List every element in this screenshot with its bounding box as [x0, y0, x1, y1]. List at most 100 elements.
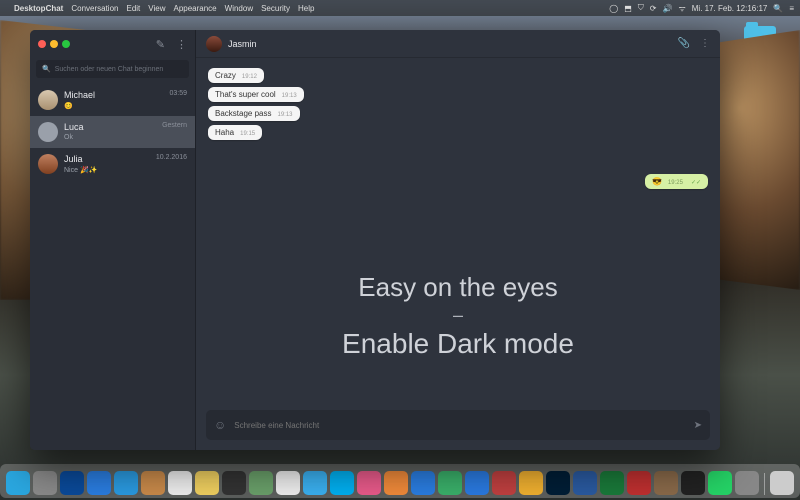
- desktop-folder-screens[interactable]: Screens: [740, 80, 780, 114]
- menu-help[interactable]: Help: [298, 4, 314, 13]
- dock-gimp[interactable]: [654, 471, 678, 495]
- sync-icon[interactable]: ⟳: [650, 4, 657, 13]
- message-time: 19:13: [282, 93, 297, 99]
- menu-conversation[interactable]: Conversation: [71, 4, 118, 13]
- conversation-time: 03:59: [169, 90, 187, 97]
- dock-ibooks[interactable]: [384, 471, 408, 495]
- dock-keynote[interactable]: [465, 471, 489, 495]
- dock-notes[interactable]: [195, 471, 219, 495]
- messages-area[interactable]: Crazy19:12 That's super cool 19:13 Backst…: [196, 58, 720, 404]
- dock-app-dark[interactable]: [222, 471, 246, 495]
- dock-photoshop[interactable]: [546, 471, 570, 495]
- dock-maps[interactable]: [249, 471, 273, 495]
- message-time: 19:13: [277, 112, 292, 118]
- menu-view[interactable]: View: [148, 4, 165, 13]
- loop-icon[interactable]: ◯: [609, 4, 618, 13]
- menu-window[interactable]: Window: [225, 4, 253, 13]
- message-bubble: That's super cool 19:13: [208, 87, 304, 102]
- conversation-item-julia[interactable]: Julia Nice 🎉✨ 10.2.2016: [30, 148, 195, 180]
- more-vert-icon[interactable]: ⋮: [700, 38, 710, 49]
- compose-icon[interactable]: ✎: [156, 38, 165, 51]
- avatar: [38, 90, 58, 110]
- dock-app-red[interactable]: [492, 471, 516, 495]
- dock-whatsapp[interactable]: [708, 471, 732, 495]
- promo-line1: Easy on the eyes: [196, 272, 720, 303]
- dock-trash[interactable]: [770, 471, 794, 495]
- folder-icon: [744, 26, 776, 50]
- folder-icon: [744, 80, 776, 104]
- sidebar: ✎ ⋮ 🔍 Suchen oder neuen Chat beginnen Mi…: [30, 30, 196, 450]
- dock-skype[interactable]: [330, 471, 354, 495]
- search-placeholder: Suchen oder neuen Chat beginnen: [55, 66, 164, 73]
- paperclip-icon[interactable]: 📎: [678, 38, 690, 49]
- composer-input[interactable]: [234, 421, 685, 430]
- dock-terminal[interactable]: [681, 471, 705, 495]
- volume-icon[interactable]: 🔊: [662, 4, 672, 13]
- dropbox-icon[interactable]: ⬒: [624, 4, 632, 13]
- dock-sketch[interactable]: [519, 471, 543, 495]
- conversation-item-michael[interactable]: Michael 😊 03:59: [30, 84, 195, 116]
- menu-appearance[interactable]: Appearance: [173, 4, 216, 13]
- message-bubble-mine: 😎19:25✓✓: [645, 174, 708, 189]
- avatar: [38, 122, 58, 142]
- conversation-item-luca[interactable]: Luca Ok Gestern: [30, 116, 195, 148]
- send-icon[interactable]: ➤: [694, 420, 702, 431]
- dock-launchpad[interactable]: [33, 471, 57, 495]
- message-time: 19:25: [668, 180, 683, 186]
- window-close-button[interactable]: [38, 40, 46, 48]
- sidebar-toolbar: ✎ ⋮: [30, 30, 195, 58]
- dock: [0, 464, 800, 498]
- promo-overlay: Easy on the eyes – Enable Dark mode: [196, 272, 720, 360]
- desktop: DesktopChat Conversation Edit View Appea…: [0, 0, 800, 500]
- search-icon: 🔍: [42, 65, 51, 73]
- read-receipt-icon: ✓✓: [691, 179, 701, 186]
- dock-word[interactable]: [573, 471, 597, 495]
- dock-separator: [764, 473, 765, 495]
- spotlight-search-icon[interactable]: 🔍: [773, 4, 783, 13]
- chat-panel: Jasmin 📎 ⋮ Crazy19:12 That's super cool 1…: [196, 30, 720, 450]
- dock-contacts[interactable]: [141, 471, 165, 495]
- search-field[interactable]: 🔍 Suchen oder neuen Chat beginnen: [36, 60, 189, 78]
- dock-appstore[interactable]: [411, 471, 435, 495]
- folder-label: Screens: [740, 107, 780, 114]
- conversation-time: Gestern: [162, 122, 187, 129]
- chat-header: Jasmin 📎 ⋮: [196, 30, 720, 58]
- dock-app-blue[interactable]: [60, 471, 84, 495]
- dock-photos[interactable]: [276, 471, 300, 495]
- more-vert-icon[interactable]: ⋮: [176, 38, 187, 51]
- emoji-icon[interactable]: ☺: [214, 418, 226, 432]
- chat-avatar[interactable]: [206, 36, 222, 52]
- conversation-list: Michael 😊 03:59 Luca Ok Gestern: [30, 84, 195, 450]
- message-text: Haha: [215, 128, 234, 137]
- dock-calendar[interactable]: [168, 471, 192, 495]
- dock-excel[interactable]: [600, 471, 624, 495]
- window-minimize-button[interactable]: [50, 40, 58, 48]
- menu-security[interactable]: Security: [261, 4, 290, 13]
- window-zoom-button[interactable]: [62, 40, 70, 48]
- menubar: DesktopChat Conversation Edit View Appea…: [0, 0, 800, 16]
- window-controls: [38, 40, 70, 48]
- wifi-icon[interactable]: ᯤ: [678, 3, 685, 14]
- dock-preferences[interactable]: [735, 471, 759, 495]
- message-bubble: Crazy19:12: [208, 68, 264, 83]
- dock-mail[interactable]: [114, 471, 138, 495]
- menu-edit[interactable]: Edit: [126, 4, 140, 13]
- promo-line2: Enable Dark mode: [196, 328, 720, 360]
- folder-label: dk: [740, 53, 780, 60]
- desktop-folder-dk[interactable]: dk: [740, 26, 780, 60]
- message-text: Backstage pass: [215, 109, 271, 118]
- message-time: 19:15: [240, 131, 255, 137]
- message-bubble: Backstage pass 19:13: [208, 106, 300, 121]
- dock-numbers[interactable]: [438, 471, 462, 495]
- dock-messages[interactable]: [303, 471, 327, 495]
- shield-icon[interactable]: ⛉: [638, 3, 644, 13]
- dock-pdf[interactable]: [627, 471, 651, 495]
- dock-itunes[interactable]: [357, 471, 381, 495]
- app-name-menu[interactable]: DesktopChat: [14, 4, 63, 13]
- notification-center-icon[interactable]: ≡: [789, 4, 794, 13]
- conversation-time: 10.2.2016: [156, 154, 187, 161]
- dock-finder[interactable]: [6, 471, 30, 495]
- message-text: That's super cool: [215, 90, 276, 99]
- menubar-clock[interactable]: Mi. 17. Feb. 12:16:17: [692, 4, 768, 13]
- dock-safari[interactable]: [87, 471, 111, 495]
